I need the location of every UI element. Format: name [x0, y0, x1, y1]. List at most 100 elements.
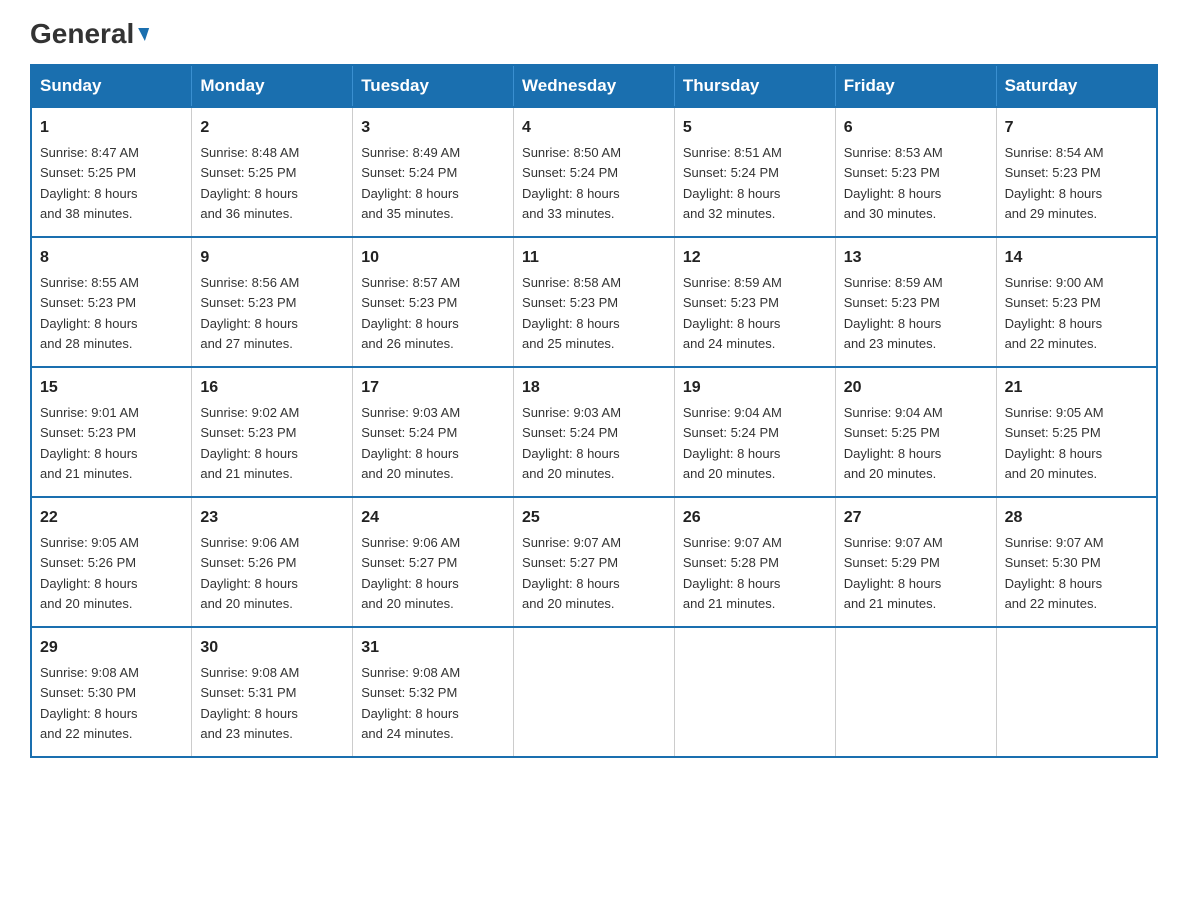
calendar-cell: 11 Sunrise: 8:58 AMSunset: 5:23 PMDaylig…	[514, 237, 675, 367]
day-info: Sunrise: 9:00 AMSunset: 5:23 PMDaylight:…	[1005, 275, 1104, 351]
day-number: 31	[361, 636, 505, 660]
calendar-cell: 13 Sunrise: 8:59 AMSunset: 5:23 PMDaylig…	[835, 237, 996, 367]
calendar-cell: 28 Sunrise: 9:07 AMSunset: 5:30 PMDaylig…	[996, 497, 1157, 627]
calendar-cell: 20 Sunrise: 9:04 AMSunset: 5:25 PMDaylig…	[835, 367, 996, 497]
calendar-cell: 10 Sunrise: 8:57 AMSunset: 5:23 PMDaylig…	[353, 237, 514, 367]
calendar-header-row: SundayMondayTuesdayWednesdayThursdayFrid…	[31, 65, 1157, 107]
day-number: 30	[200, 636, 344, 660]
calendar-cell	[835, 627, 996, 757]
calendar-cell: 9 Sunrise: 8:56 AMSunset: 5:23 PMDayligh…	[192, 237, 353, 367]
calendar-table: SundayMondayTuesdayWednesdayThursdayFrid…	[30, 64, 1158, 758]
header-friday: Friday	[835, 65, 996, 107]
day-info: Sunrise: 8:55 AMSunset: 5:23 PMDaylight:…	[40, 275, 139, 351]
calendar-week-row: 1 Sunrise: 8:47 AMSunset: 5:25 PMDayligh…	[31, 107, 1157, 237]
header-wednesday: Wednesday	[514, 65, 675, 107]
day-number: 11	[522, 246, 666, 270]
day-number: 10	[361, 246, 505, 270]
header-saturday: Saturday	[996, 65, 1157, 107]
calendar-week-row: 29 Sunrise: 9:08 AMSunset: 5:30 PMDaylig…	[31, 627, 1157, 757]
day-number: 29	[40, 636, 183, 660]
day-info: Sunrise: 8:53 AMSunset: 5:23 PMDaylight:…	[844, 145, 943, 221]
day-number: 19	[683, 376, 827, 400]
calendar-cell: 25 Sunrise: 9:07 AMSunset: 5:27 PMDaylig…	[514, 497, 675, 627]
day-info: Sunrise: 9:02 AMSunset: 5:23 PMDaylight:…	[200, 405, 299, 481]
logo-text: General	[30, 20, 148, 48]
day-number: 13	[844, 246, 988, 270]
day-number: 1	[40, 116, 183, 140]
header-monday: Monday	[192, 65, 353, 107]
day-info: Sunrise: 9:08 AMSunset: 5:30 PMDaylight:…	[40, 665, 139, 741]
day-number: 20	[844, 376, 988, 400]
day-number: 6	[844, 116, 988, 140]
day-info: Sunrise: 8:56 AMSunset: 5:23 PMDaylight:…	[200, 275, 299, 351]
day-info: Sunrise: 9:07 AMSunset: 5:28 PMDaylight:…	[683, 535, 782, 611]
calendar-cell: 3 Sunrise: 8:49 AMSunset: 5:24 PMDayligh…	[353, 107, 514, 237]
logo: General	[30, 20, 148, 44]
day-info: Sunrise: 9:05 AMSunset: 5:25 PMDaylight:…	[1005, 405, 1104, 481]
day-number: 3	[361, 116, 505, 140]
calendar-cell: 8 Sunrise: 8:55 AMSunset: 5:23 PMDayligh…	[31, 237, 192, 367]
day-info: Sunrise: 9:06 AMSunset: 5:26 PMDaylight:…	[200, 535, 299, 611]
calendar-week-row: 8 Sunrise: 8:55 AMSunset: 5:23 PMDayligh…	[31, 237, 1157, 367]
day-number: 12	[683, 246, 827, 270]
day-number: 7	[1005, 116, 1148, 140]
calendar-cell: 4 Sunrise: 8:50 AMSunset: 5:24 PMDayligh…	[514, 107, 675, 237]
header-thursday: Thursday	[674, 65, 835, 107]
day-info: Sunrise: 9:05 AMSunset: 5:26 PMDaylight:…	[40, 535, 139, 611]
day-number: 14	[1005, 246, 1148, 270]
calendar-cell	[514, 627, 675, 757]
calendar-cell: 2 Sunrise: 8:48 AMSunset: 5:25 PMDayligh…	[192, 107, 353, 237]
day-info: Sunrise: 8:54 AMSunset: 5:23 PMDaylight:…	[1005, 145, 1104, 221]
day-number: 28	[1005, 506, 1148, 530]
calendar-cell: 16 Sunrise: 9:02 AMSunset: 5:23 PMDaylig…	[192, 367, 353, 497]
day-number: 5	[683, 116, 827, 140]
calendar-cell	[996, 627, 1157, 757]
calendar-week-row: 22 Sunrise: 9:05 AMSunset: 5:26 PMDaylig…	[31, 497, 1157, 627]
calendar-cell: 6 Sunrise: 8:53 AMSunset: 5:23 PMDayligh…	[835, 107, 996, 237]
day-info: Sunrise: 8:47 AMSunset: 5:25 PMDaylight:…	[40, 145, 139, 221]
day-info: Sunrise: 8:59 AMSunset: 5:23 PMDaylight:…	[844, 275, 943, 351]
calendar-cell: 18 Sunrise: 9:03 AMSunset: 5:24 PMDaylig…	[514, 367, 675, 497]
day-info: Sunrise: 9:07 AMSunset: 5:29 PMDaylight:…	[844, 535, 943, 611]
day-info: Sunrise: 9:01 AMSunset: 5:23 PMDaylight:…	[40, 405, 139, 481]
calendar-cell: 30 Sunrise: 9:08 AMSunset: 5:31 PMDaylig…	[192, 627, 353, 757]
day-info: Sunrise: 9:08 AMSunset: 5:31 PMDaylight:…	[200, 665, 299, 741]
calendar-cell: 1 Sunrise: 8:47 AMSunset: 5:25 PMDayligh…	[31, 107, 192, 237]
day-number: 26	[683, 506, 827, 530]
calendar-cell: 7 Sunrise: 8:54 AMSunset: 5:23 PMDayligh…	[996, 107, 1157, 237]
header-tuesday: Tuesday	[353, 65, 514, 107]
day-info: Sunrise: 9:03 AMSunset: 5:24 PMDaylight:…	[522, 405, 621, 481]
header-sunday: Sunday	[31, 65, 192, 107]
day-info: Sunrise: 9:07 AMSunset: 5:27 PMDaylight:…	[522, 535, 621, 611]
calendar-cell: 14 Sunrise: 9:00 AMSunset: 5:23 PMDaylig…	[996, 237, 1157, 367]
day-info: Sunrise: 9:08 AMSunset: 5:32 PMDaylight:…	[361, 665, 460, 741]
day-number: 17	[361, 376, 505, 400]
day-number: 2	[200, 116, 344, 140]
calendar-cell: 23 Sunrise: 9:06 AMSunset: 5:26 PMDaylig…	[192, 497, 353, 627]
day-info: Sunrise: 9:04 AMSunset: 5:25 PMDaylight:…	[844, 405, 943, 481]
calendar-cell: 17 Sunrise: 9:03 AMSunset: 5:24 PMDaylig…	[353, 367, 514, 497]
day-number: 25	[522, 506, 666, 530]
calendar-cell: 19 Sunrise: 9:04 AMSunset: 5:24 PMDaylig…	[674, 367, 835, 497]
day-info: Sunrise: 8:51 AMSunset: 5:24 PMDaylight:…	[683, 145, 782, 221]
page-header: General	[30, 20, 1158, 44]
calendar-cell: 21 Sunrise: 9:05 AMSunset: 5:25 PMDaylig…	[996, 367, 1157, 497]
day-number: 21	[1005, 376, 1148, 400]
day-info: Sunrise: 9:03 AMSunset: 5:24 PMDaylight:…	[361, 405, 460, 481]
day-info: Sunrise: 8:50 AMSunset: 5:24 PMDaylight:…	[522, 145, 621, 221]
calendar-cell: 22 Sunrise: 9:05 AMSunset: 5:26 PMDaylig…	[31, 497, 192, 627]
calendar-cell: 15 Sunrise: 9:01 AMSunset: 5:23 PMDaylig…	[31, 367, 192, 497]
calendar-cell: 29 Sunrise: 9:08 AMSunset: 5:30 PMDaylig…	[31, 627, 192, 757]
day-number: 16	[200, 376, 344, 400]
day-info: Sunrise: 8:57 AMSunset: 5:23 PMDaylight:…	[361, 275, 460, 351]
day-info: Sunrise: 8:49 AMSunset: 5:24 PMDaylight:…	[361, 145, 460, 221]
calendar-cell: 12 Sunrise: 8:59 AMSunset: 5:23 PMDaylig…	[674, 237, 835, 367]
day-info: Sunrise: 8:48 AMSunset: 5:25 PMDaylight:…	[200, 145, 299, 221]
day-number: 15	[40, 376, 183, 400]
calendar-cell: 5 Sunrise: 8:51 AMSunset: 5:24 PMDayligh…	[674, 107, 835, 237]
calendar-cell	[674, 627, 835, 757]
calendar-cell: 31 Sunrise: 9:08 AMSunset: 5:32 PMDaylig…	[353, 627, 514, 757]
day-number: 18	[522, 376, 666, 400]
calendar-cell: 24 Sunrise: 9:06 AMSunset: 5:27 PMDaylig…	[353, 497, 514, 627]
day-number: 24	[361, 506, 505, 530]
